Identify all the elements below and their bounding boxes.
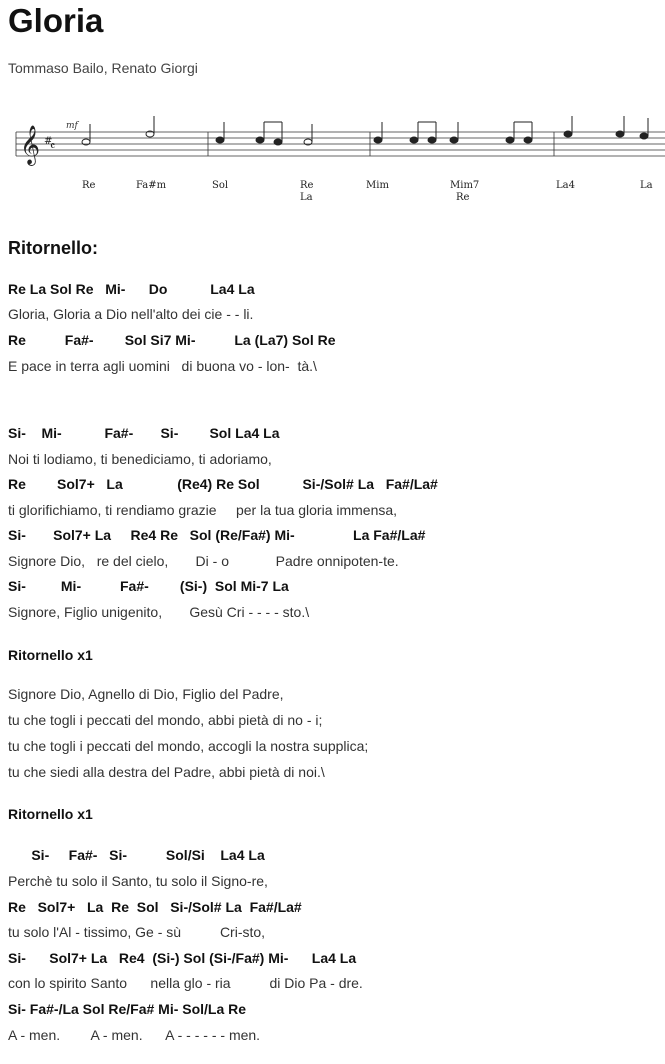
- lyric-line: ti glorifichiamo, ti rendiamo grazie per…: [8, 502, 398, 518]
- lyric-line: Gloria, Gloria a Dio nell'alto dei cie -…: [8, 306, 254, 322]
- staff-chord: Re: [456, 192, 470, 203]
- chord-line: Si- Mi- Fa#- Si- Sol La4 La: [8, 425, 280, 441]
- ritornello-x1-label: Ritornello x1: [8, 647, 93, 663]
- staff-chord: Re: [82, 180, 96, 191]
- staff-chord: Re: [300, 180, 314, 191]
- lyric-line: tu che siedi alla destra del Padre, abbi…: [8, 764, 325, 780]
- chord-line: Re Sol7+ La Re Sol Si-/Sol# La Fa#/La#: [8, 899, 302, 915]
- chord-line: Si- Fa#- Si- Sol/Si La4 La: [8, 847, 265, 863]
- treble-clef-icon: 𝄞: [20, 125, 40, 166]
- chord-line: Si- Mi- Fa#- (Si-) Sol Mi-7 La: [8, 578, 289, 594]
- lyric-line: Perchè tu solo il Santo, tu solo il Sign…: [8, 873, 268, 889]
- lyric-line: Signore Dio, re del cielo, Di - o Padre …: [8, 553, 399, 569]
- staff-chord: Mim: [366, 180, 389, 191]
- lyric-line: Signore, Figlio unigenito, Gesù Cri - - …: [8, 604, 310, 620]
- staff-chord: La: [300, 192, 313, 203]
- lyric-line: tu solo l'Al - tissimo, Ge - sù Cri-sto,: [8, 924, 266, 940]
- chord-line: Si- Fa#-/La Sol Re/Fa# Mi- Sol/La Re: [8, 1001, 247, 1017]
- staff-chord: La4: [556, 180, 575, 191]
- staff-chord: La: [640, 180, 653, 191]
- svg-text:𝄴: 𝄴: [50, 139, 55, 153]
- song-authors: Tommaso Bailo, Renato Giorgi: [8, 60, 198, 76]
- chord-line: Si- Sol7+ La Re4 Re Sol (Re/Fa#) Mi- La …: [8, 527, 426, 543]
- lyric-line: Noi ti lodiamo, ti benediciamo, ti adori…: [8, 451, 272, 467]
- song-title: Gloria: [8, 2, 104, 39]
- chord-line: Si- Sol7+ La Re4 (Si-) Sol (Si-/Fa#) Mi-…: [8, 950, 357, 966]
- lyric-line: tu che togli i peccati del mondo, accogl…: [8, 738, 369, 754]
- lyric-line: Signore Dio, Agnello di Dio, Figlio del …: [8, 686, 284, 702]
- staff-chord: Sol: [212, 180, 228, 191]
- staff-chord: Fa#m: [136, 180, 167, 191]
- ritornello-x1-label: Ritornello x1: [8, 806, 93, 822]
- lyric-line: con lo spirito Santo nella glo - ria di …: [8, 975, 363, 991]
- staff-chord: Mim7: [450, 180, 479, 191]
- lyric-line: E pace in terra agli uomini di buona vo …: [8, 358, 317, 374]
- ritornello-heading: Ritornello:: [8, 238, 98, 258]
- chord-line: Re Sol7+ La (Re4) Re Sol Si-/Sol# La Fa#…: [8, 476, 438, 492]
- sheet-music-staff: 𝄞 # 𝄴 mf Re Fa#m Sol Re La Mim Mim7 Re L…: [15, 116, 665, 203]
- chord-line: Re La Sol Re Mi- Do La4 La: [8, 281, 255, 297]
- tempo-marking: mf: [66, 121, 80, 131]
- lyric-line: A - men. A - men. A - - - - - - men.: [8, 1027, 261, 1043]
- lyric-line: tu che togli i peccati del mondo, abbi p…: [8, 712, 323, 728]
- chord-line: Re Fa#- Sol Si7 Mi- La (La7) Sol Re: [8, 332, 336, 348]
